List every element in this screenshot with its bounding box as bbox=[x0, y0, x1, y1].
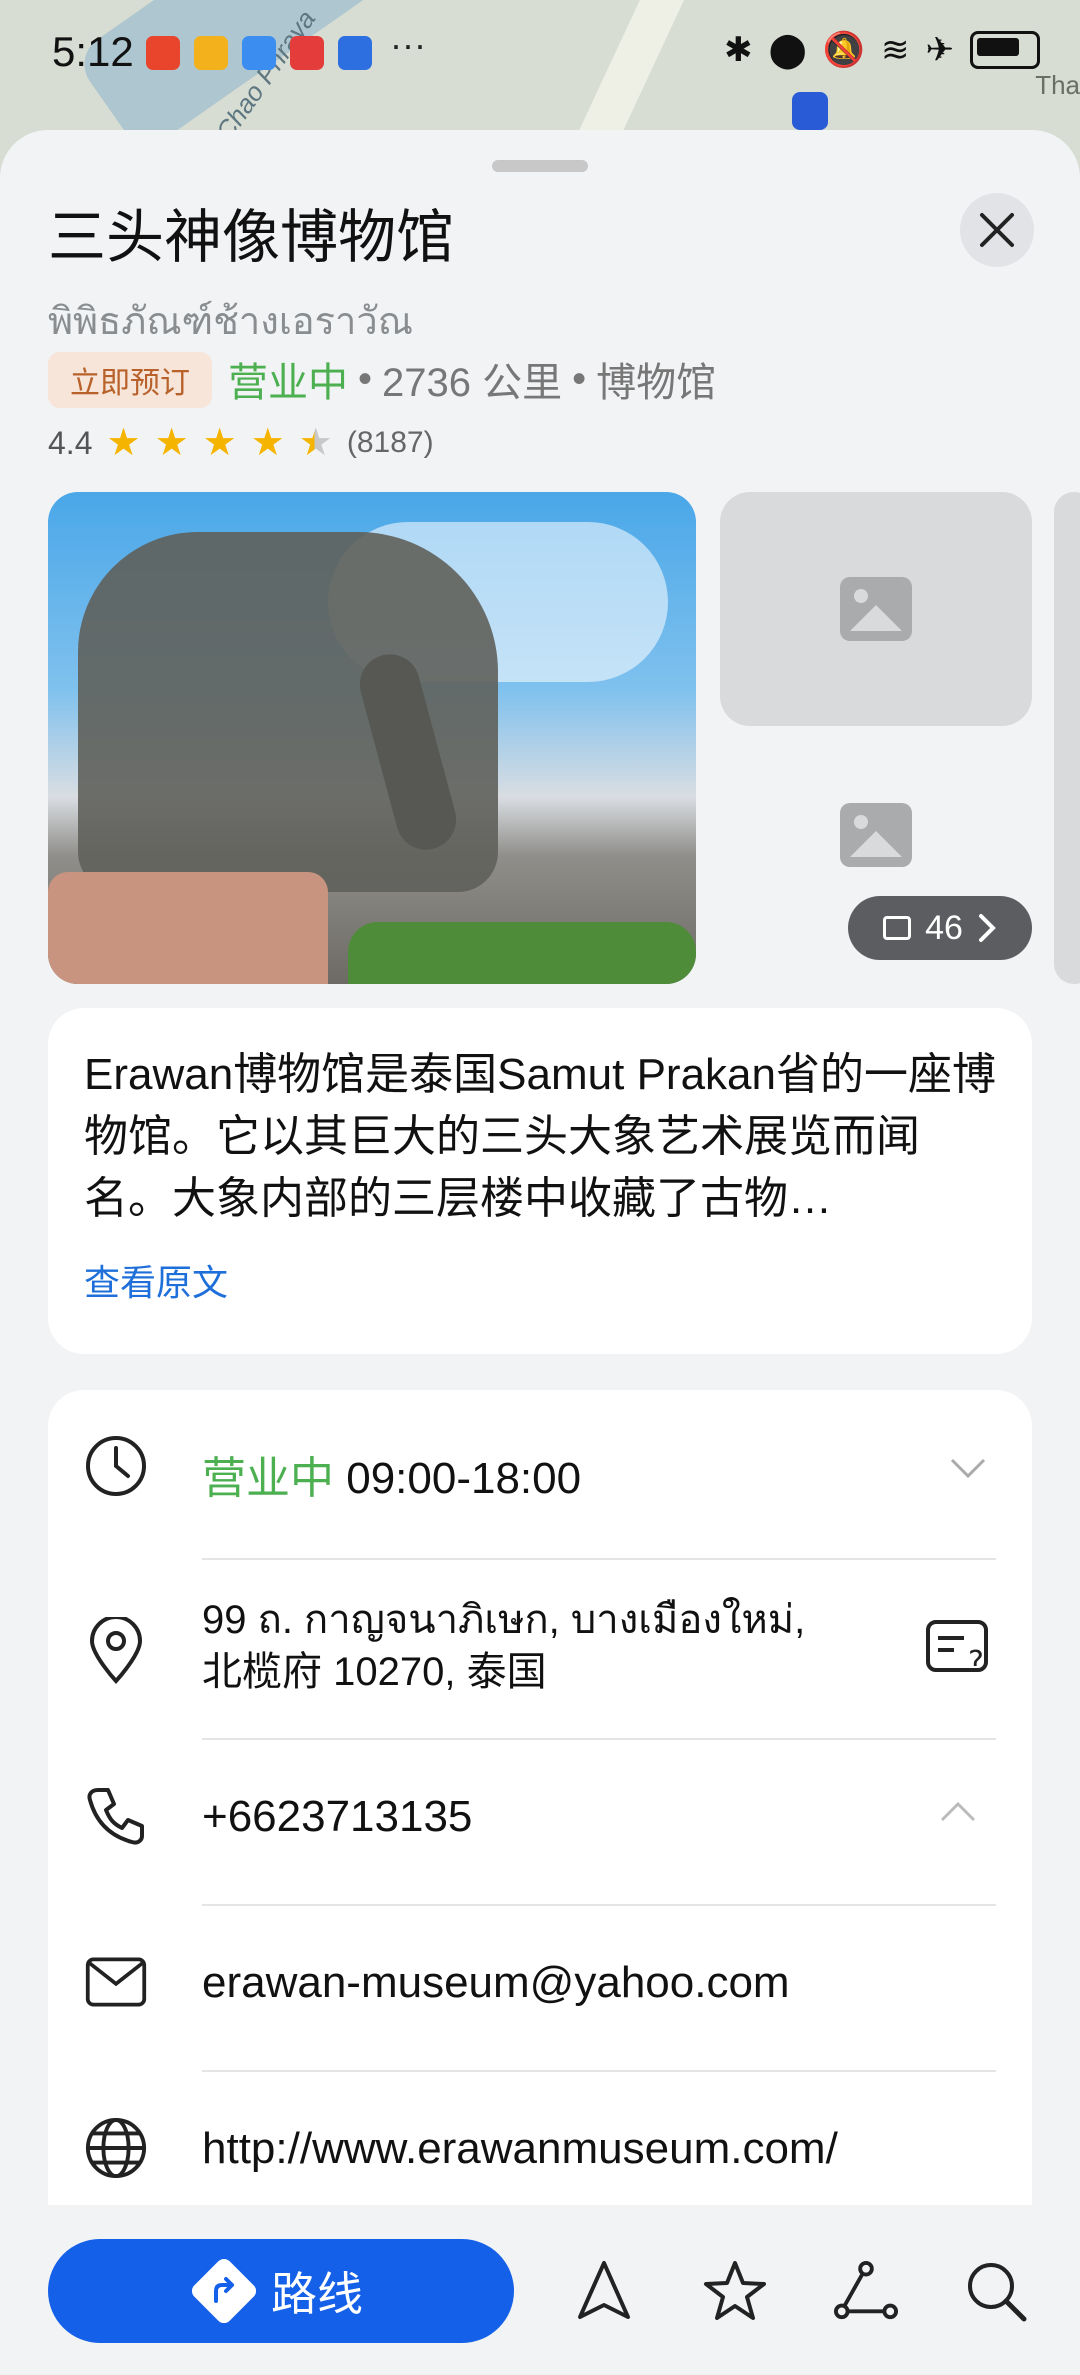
route-arrow-icon bbox=[188, 2255, 260, 2327]
chevron-up-icon[interactable] bbox=[938, 1800, 978, 1824]
email-address[interactable]: erawan-museum@yahoo.com bbox=[202, 1958, 790, 2008]
phone-number[interactable]: +6623713135 bbox=[202, 1792, 472, 1842]
favorite-star-icon[interactable] bbox=[703, 2259, 767, 2323]
open-status: 营业中 bbox=[228, 361, 348, 405]
website-link[interactable]: http://www.erawanmuseum.com/ bbox=[202, 2124, 838, 2174]
address-feedback-icon[interactable]: ? bbox=[924, 1618, 996, 1682]
globe-icon bbox=[84, 2116, 148, 2180]
mail-app-icon bbox=[290, 36, 324, 70]
photo-thumbnail-partial[interactable] bbox=[1054, 492, 1080, 984]
chevron-down-icon[interactable] bbox=[948, 1456, 988, 1480]
book-now-button[interactable]: 立即预订 bbox=[48, 352, 212, 408]
svg-text:?: ? bbox=[968, 1645, 984, 1680]
lightbulb-app-icon bbox=[338, 36, 372, 70]
cloud-app-icon bbox=[242, 36, 276, 70]
bottom-action-bar: 路线 bbox=[0, 2205, 1080, 2375]
address-row[interactable]: 99 ถ. กาญจนาภิเษก, บางเมืองใหม่, 北榄府 102… bbox=[48, 1580, 1032, 1730]
photo-count-button[interactable]: 46 bbox=[848, 896, 1032, 960]
photo-thumbnail[interactable] bbox=[720, 492, 1032, 726]
place-title: 三头神像博物馆 bbox=[48, 205, 455, 270]
divider bbox=[202, 1738, 996, 1740]
rating-row[interactable]: 4.4 ★ ★ ★ ★ ★ (8187) bbox=[48, 424, 434, 462]
star-icon: ★ bbox=[106, 422, 141, 464]
place-meta: 营业中 • 2736 公里 • 博物馆 bbox=[228, 350, 716, 408]
description-text: Erawan博物馆是泰国Samut Prakan省的一座博物馆。它以其巨大的三头… bbox=[84, 1050, 996, 1223]
gallery-icon bbox=[883, 916, 912, 940]
place-sheet: 三头神像博物馆 พิพิธภัณฑ์ช้างเอราวัณ 立即预订 营业中 •… bbox=[0, 130, 1080, 2375]
email-row[interactable]: erawan-museum@yahoo.com bbox=[48, 1936, 1032, 2046]
system-icons: ✱ ⬤ 🔕 ≋ ✈ bbox=[724, 30, 1040, 70]
star-icon: ★ bbox=[250, 422, 285, 464]
clock-icon bbox=[84, 1434, 148, 1498]
location-pin-icon bbox=[84, 1617, 148, 1684]
navigate-icon[interactable] bbox=[572, 2259, 636, 2323]
hours-text: 营业中 09:00-18:00 bbox=[202, 1442, 581, 1506]
trees bbox=[348, 922, 696, 984]
hours-value: 09:00-18:00 bbox=[346, 1454, 582, 1503]
star-icon: ★ bbox=[202, 422, 237, 464]
place-category: 博物馆 bbox=[596, 361, 717, 405]
chevron-right-icon bbox=[978, 914, 996, 942]
review-count: (8187) bbox=[346, 426, 434, 459]
phone-icon bbox=[84, 1784, 148, 1848]
wifi-icon: ≋ bbox=[881, 31, 910, 69]
star-icon: ★ bbox=[154, 422, 189, 464]
address-text: 99 ถ. กาญจนาภิเษก, บางเมืองใหม่, 北榄府 102… bbox=[202, 1598, 806, 1694]
divider bbox=[202, 1558, 996, 1560]
view-original-link[interactable]: 查看原文 bbox=[84, 1254, 228, 1306]
place-subtitle: พิพิธภัณฑ์ช้างเอราวัณ bbox=[48, 301, 413, 343]
status-time: 5:12 bbox=[52, 28, 134, 75]
rating-value: 4.4 bbox=[48, 424, 93, 461]
bluetooth-icon: ✱ bbox=[724, 31, 753, 69]
notification-app-icon bbox=[146, 36, 180, 70]
place-distance: 2736 公里 bbox=[382, 361, 563, 405]
statue-base bbox=[48, 872, 328, 984]
description-card: Erawan博物馆是泰国Samut Prakan省的一座博物馆。它以其巨大的三头… bbox=[48, 1008, 1032, 1354]
website-row[interactable]: http://www.erawanmuseum.com/ bbox=[48, 2102, 1032, 2212]
share-route-icon[interactable] bbox=[834, 2259, 898, 2323]
close-button[interactable] bbox=[960, 193, 1034, 267]
half-star-icon: ★ bbox=[298, 422, 333, 464]
image-placeholder-icon bbox=[840, 577, 912, 641]
divider bbox=[202, 1904, 996, 1906]
main-photo[interactable] bbox=[48, 492, 696, 984]
photo-count: 46 bbox=[925, 908, 963, 947]
phone-row[interactable]: +6623713135 bbox=[48, 1770, 1032, 1880]
close-icon bbox=[980, 213, 1014, 247]
search-icon[interactable] bbox=[964, 2259, 1028, 2323]
image-placeholder-icon bbox=[840, 803, 912, 867]
mail-icon bbox=[84, 1950, 148, 2014]
airplane-icon: ✈ bbox=[925, 31, 955, 69]
location-icon: ⬤ bbox=[768, 31, 807, 69]
status-bar: 5:12 ··· ✱ ⬤ 🔕 ≋ ✈ bbox=[0, 0, 1080, 110]
weibo-icon bbox=[194, 36, 228, 70]
battery-icon bbox=[970, 31, 1040, 69]
more-notifications-icon: ··· bbox=[390, 24, 426, 65]
route-button[interactable]: 路线 bbox=[48, 2239, 514, 2343]
drag-handle[interactable] bbox=[492, 160, 588, 172]
divider bbox=[202, 2070, 996, 2072]
hours-status: 营业中 bbox=[202, 1454, 334, 1503]
meta-separator: • bbox=[572, 356, 587, 401]
route-label: 路线 bbox=[271, 2268, 363, 2320]
mute-icon: 🔕 bbox=[822, 31, 865, 69]
meta-separator: • bbox=[358, 356, 373, 401]
hours-row[interactable]: 营业中 09:00-18:00 bbox=[48, 1430, 1032, 1540]
